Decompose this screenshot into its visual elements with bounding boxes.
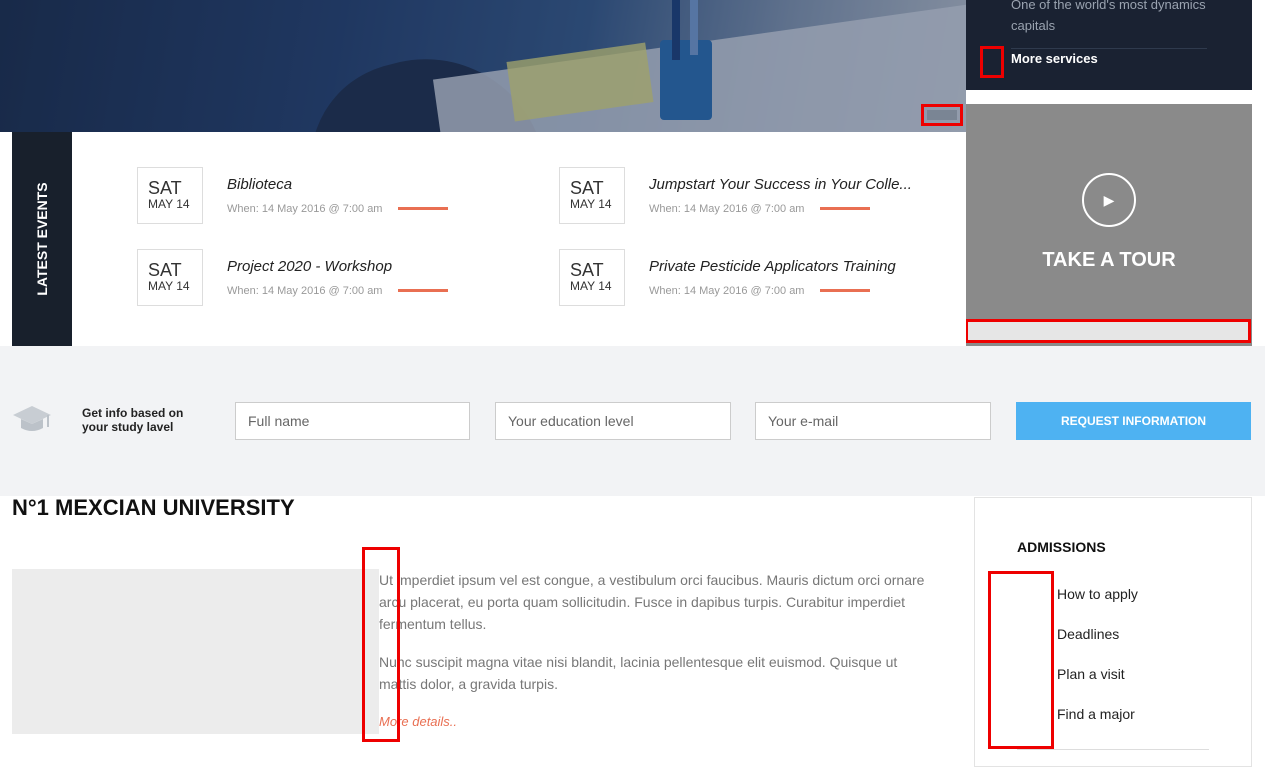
play-icon: ▶ (1103, 192, 1115, 208)
more-services-link[interactable]: More services (1011, 51, 1098, 66)
event-title[interactable]: Biblioteca (227, 176, 517, 193)
event-item[interactable]: SAT MAY 14 Project 2020 - Workshop When:… (137, 249, 517, 309)
event-item[interactable]: SAT MAY 14 Private Pesticide Applicators… (559, 249, 939, 309)
request-information-button[interactable]: REQUEST INFORMATION (1016, 402, 1251, 440)
divider (1011, 48, 1207, 49)
services-panel: One of the world's most dynamics capital… (966, 0, 1252, 90)
services-description: One of the world's most dynamics capital… (1011, 0, 1206, 33)
intro-paragraph-2: Nunc suscipit magna vitae nisi blandit, … (379, 654, 898, 692)
slider-control[interactable] (921, 104, 963, 126)
admissions-link[interactable]: Plan a visit (1057, 666, 1125, 682)
event-when: When: 14 May 2016 @ 7:00 am (227, 285, 383, 297)
intro-paragraph: Ut imperdiet ipsum vel est congue, a ves… (379, 572, 925, 632)
highlight-marker (362, 547, 400, 742)
event-title[interactable]: Project 2020 - Workshop (227, 258, 517, 275)
event-when: When: 14 May 2016 @ 7:00 am (649, 203, 805, 215)
event-date: SAT MAY 14 (137, 249, 203, 306)
latest-events-section: LATEST EVENTS SAT MAY 14 Biblioteca When… (12, 132, 966, 346)
event-when: When: 14 May 2016 @ 7:00 am (649, 285, 805, 297)
events-sidebar: LATEST EVENTS (12, 132, 72, 346)
event-date: SAT MAY 14 (137, 167, 203, 224)
admissions-widget: ADMISSIONS How to apply Deadlines Plan a… (974, 497, 1252, 767)
event-title[interactable]: Jumpstart Your Success in Your Colle... (649, 176, 939, 193)
event-item[interactable]: SAT MAY 14 Biblioteca When: 14 May 2016 … (137, 167, 517, 227)
divider (1017, 749, 1209, 750)
highlight-marker (988, 571, 1054, 749)
accent-line (820, 289, 870, 292)
graduation-cap-icon (13, 406, 51, 431)
accent-line (398, 289, 448, 292)
accent-line (820, 207, 870, 210)
take-a-tour-panel[interactable]: ▶ TAKE A TOUR (965, 104, 1252, 346)
accent-line (398, 207, 448, 210)
event-item[interactable]: SAT MAY 14 Jumpstart Your Success in You… (559, 167, 939, 227)
highlight-marker (980, 46, 1004, 78)
admissions-title: ADMISSIONS (1017, 539, 1106, 555)
email-input[interactable] (755, 402, 991, 440)
hero-image (0, 0, 966, 132)
event-date: SAT MAY 14 (559, 167, 625, 224)
info-label: Get info based on your study lavel (82, 406, 184, 434)
event-title[interactable]: Private Pesticide Applicators Training (649, 258, 939, 275)
page-title: N°1 MEXCIAN UNIVERSITY (12, 495, 295, 520)
education-level-input[interactable] (495, 402, 731, 440)
admissions-link[interactable]: Find a major (1057, 706, 1135, 722)
admissions-link[interactable]: How to apply (1057, 586, 1138, 602)
events-sidebar-title: LATEST EVENTS (34, 182, 50, 296)
tour-progress-bar[interactable] (965, 319, 1251, 343)
university-image (12, 569, 379, 734)
admissions-link[interactable]: Deadlines (1057, 626, 1119, 642)
event-when: When: 14 May 2016 @ 7:00 am (227, 203, 383, 215)
event-date: SAT MAY 14 (559, 249, 625, 306)
request-info-bar: Get info based on your study lavel REQUE… (0, 346, 1265, 496)
full-name-input[interactable] (235, 402, 470, 440)
play-button[interactable]: ▶ (1082, 173, 1136, 227)
tour-title: TAKE A TOUR (1042, 249, 1176, 271)
